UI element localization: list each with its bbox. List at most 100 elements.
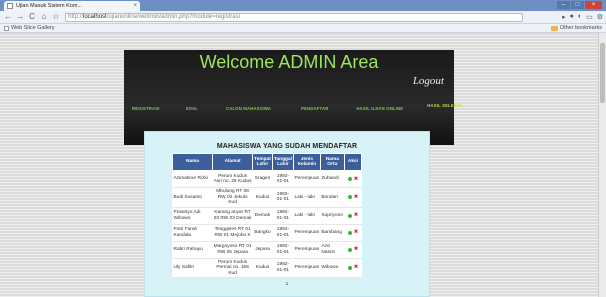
cell-aksi: ✖ bbox=[344, 170, 362, 188]
menu-item-hasil-seleksi[interactable]: HASIL SELEKSI bbox=[427, 103, 461, 108]
window-titlebar: Ujian Masuk Sistem Kom... × – □ × bbox=[0, 0, 606, 11]
window-controls: – □ × bbox=[557, 1, 602, 9]
delete-icon[interactable]: ✖ bbox=[354, 265, 358, 270]
pagination-page-1[interactable]: 1 bbox=[145, 282, 429, 287]
cell-alamat: Mbulung RT 08 RW 02 Jekulo Kud bbox=[212, 187, 253, 208]
cell-aksi: ✖ bbox=[344, 207, 362, 225]
cell-jenis-kelamin: Perempuan bbox=[293, 170, 321, 188]
cell-alamat: Tenggeles RT 01 RW 01 Mejobo K bbox=[212, 224, 253, 242]
column-header: Aksi bbox=[343, 153, 363, 171]
star-icon[interactable]: ☆ bbox=[51, 12, 61, 22]
folder-icon bbox=[550, 25, 558, 31]
scrollbar-thumb[interactable] bbox=[600, 43, 605, 103]
home-icon[interactable]: ⌂ bbox=[39, 12, 49, 22]
delete-icon[interactable]: ✖ bbox=[354, 213, 358, 218]
other-bookmarks[interactable]: Other bookmarks bbox=[550, 25, 602, 31]
forward-icon[interactable]: → bbox=[15, 12, 25, 22]
bookmarks-bar: Web Slice Gallery Other bookmarks bbox=[0, 24, 606, 33]
page-favicon-icon bbox=[7, 3, 13, 9]
cell-nama-ortu: Wibowo bbox=[320, 258, 345, 278]
cell-nama-ortu: Bondan bbox=[320, 187, 345, 208]
cell-tanggal-lahir: 1992-01-01 bbox=[272, 241, 294, 259]
extension-icon[interactable]: ● bbox=[570, 13, 574, 21]
column-header: Alamat bbox=[212, 153, 254, 171]
edit-icon[interactable] bbox=[347, 265, 352, 270]
tab-title: Ujian Masuk Sistem Kom... bbox=[16, 3, 83, 9]
menu-item-registrasi[interactable]: REGISTRASI bbox=[132, 106, 160, 111]
delete-icon[interactable]: ✖ bbox=[354, 247, 358, 252]
reload-icon[interactable]: C bbox=[27, 12, 37, 22]
logout-link[interactable]: Logout bbox=[413, 75, 444, 87]
page-menu-icon[interactable]: ▸ bbox=[562, 13, 566, 21]
cell-jenis-kelamin: Laki - laki bbox=[293, 207, 321, 225]
column-header: Jenis Kelamin bbox=[292, 153, 321, 171]
cell-jenis-kelamin: Perempuan bbox=[293, 224, 321, 242]
cell-tempat-lahir: Demak bbox=[252, 207, 273, 225]
edit-icon[interactable] bbox=[347, 213, 352, 218]
cell-tanggal-lahir: 1992-01-01 bbox=[272, 224, 294, 242]
cell-nama: Budi Susanto bbox=[172, 187, 213, 208]
address-bar[interactable]: http://localhost/ujianonline/webmin/admi… bbox=[65, 12, 523, 22]
table-row: Uly Safitri Perum Kudus Permai no. 165 K… bbox=[172, 258, 362, 278]
cell-tempat-lahir: Kudus bbox=[252, 187, 273, 208]
cell-tanggal-lahir: 1992-01-01 bbox=[272, 207, 294, 225]
main-menu: REGISTRASI SOAL CALON MAHASISWA PENDAFTA… bbox=[132, 103, 461, 111]
cell-aksi: ✖ bbox=[344, 224, 362, 242]
page-title: Welcome ADMIN Area bbox=[199, 52, 379, 72]
menu-item-calon-mahasiswa[interactable]: CALON MAHASISWA bbox=[226, 106, 271, 111]
bookmark-page-icon bbox=[4, 25, 9, 31]
cell-nama: Azimatinur Rizki bbox=[172, 170, 213, 188]
column-header: Tanggal Lahir bbox=[271, 153, 294, 171]
column-header: Tempat Lahir bbox=[252, 153, 273, 171]
minimize-icon[interactable]: – bbox=[557, 1, 570, 9]
browser-toolbar: ← → C ⌂ ☆ http://localhost/ujianonline/w… bbox=[0, 11, 606, 24]
edit-icon[interactable] bbox=[347, 247, 352, 252]
menu-item-hasil-ujian-online[interactable]: HASIL UJIAN ONLINE bbox=[356, 106, 403, 111]
edit-icon[interactable] bbox=[347, 177, 352, 181]
other-bookmarks-label: Other bookmarks bbox=[559, 25, 602, 31]
cell-tanggal-lahir: 1992-01-01 bbox=[272, 187, 294, 208]
registrant-table: Nama Alamat Tempat Lahir Tanggal Lahir J… bbox=[171, 153, 363, 278]
url-host: localhost bbox=[83, 14, 107, 20]
tab-close-icon[interactable]: × bbox=[133, 3, 137, 9]
cell-aksi: ✖ bbox=[344, 187, 362, 208]
cell-tempat-lahir: Bangko bbox=[252, 224, 273, 242]
table-row: Azimatinur Rizki Perum Kudus Asri no. 26… bbox=[172, 170, 362, 188]
url-path: /ujianonline/webmin/admin.php?module=reg… bbox=[106, 14, 240, 20]
cell-nama: Uly Safitri bbox=[172, 258, 213, 278]
extension-2-icon[interactable]: ◐ bbox=[578, 13, 582, 21]
cell-nama: Putri Farah Kandida bbox=[172, 224, 213, 242]
cell-jenis-kelamin: Laki - laki bbox=[293, 187, 321, 208]
toolbar-right: ▸ ● ◐ ▭ ⚙ bbox=[562, 13, 603, 21]
url-text[interactable]: http://localhost/ujianonline/webmin/admi… bbox=[68, 14, 240, 20]
delete-icon[interactable]: ✖ bbox=[354, 176, 358, 182]
cell-tempat-lahir: Jepara bbox=[252, 241, 273, 259]
bookmark-web-slice-gallery[interactable]: Web Slice Gallery bbox=[11, 25, 55, 31]
edit-icon[interactable] bbox=[347, 230, 352, 235]
browser-tab[interactable]: Ujian Masuk Sistem Kom... × bbox=[4, 1, 140, 11]
edit-icon[interactable] bbox=[347, 195, 352, 200]
column-header: Nama Ortu bbox=[319, 153, 345, 171]
content-panel: MAHASISWA YANG SUDAH MENDAFTAR Nama Alam… bbox=[144, 131, 430, 297]
table-row: Prasetyo Adi Wibowo Karang anyar RT 03 R… bbox=[172, 207, 362, 225]
cell-tanggal-lahir: 1992-01-01 bbox=[272, 170, 294, 188]
page-icon[interactable]: ▭ bbox=[586, 13, 593, 21]
cell-tempat-lahir: Kudus bbox=[252, 258, 273, 278]
delete-icon[interactable]: ✖ bbox=[354, 230, 358, 235]
cell-nama-ortu: Aziz Nasrin bbox=[320, 241, 345, 259]
delete-icon[interactable]: ✖ bbox=[354, 194, 358, 200]
menu-item-soal[interactable]: SOAL bbox=[186, 106, 198, 111]
cell-jenis-kelamin: Perempuan bbox=[293, 241, 321, 259]
cell-aksi: ✖ bbox=[344, 241, 362, 259]
back-icon[interactable]: ← bbox=[3, 12, 13, 22]
vertical-scrollbar[interactable] bbox=[598, 33, 606, 297]
cell-nama-ortu: Zubaedi bbox=[320, 170, 345, 188]
url-scheme: http:// bbox=[68, 14, 84, 20]
wrench-icon[interactable]: ⚙ bbox=[597, 13, 603, 21]
table-row: Budi Susanto Mbulung RT 08 RW 02 Jekulo … bbox=[172, 187, 362, 208]
menu-item-pendaftar[interactable]: PENDAFTAR bbox=[301, 106, 328, 111]
maximize-icon[interactable]: □ bbox=[571, 1, 584, 9]
cell-nama: Rabri Rahayu bbox=[172, 241, 213, 259]
close-window-icon[interactable]: × bbox=[585, 1, 602, 9]
cell-alamat: Karang anyar RT 03 RW 03 Demak bbox=[212, 207, 253, 225]
